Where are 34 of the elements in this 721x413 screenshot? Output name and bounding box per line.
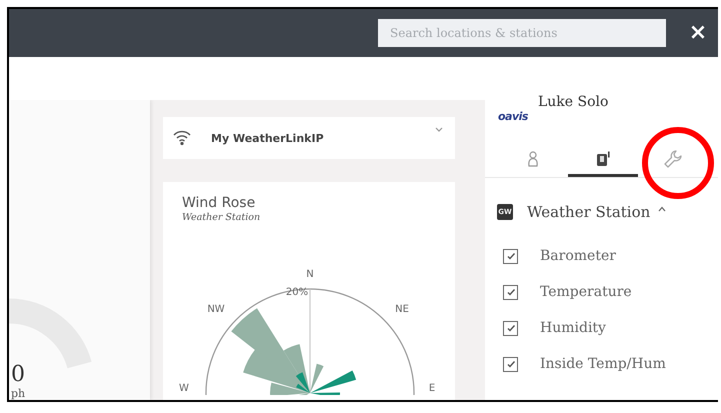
compass-label: W	[179, 383, 189, 394]
caret-icon[interactable]	[658, 206, 666, 212]
checkbox[interactable]	[503, 320, 518, 336]
checkbox[interactable]	[503, 284, 518, 300]
card-title: Wind Rose	[182, 194, 256, 212]
compass-label: NE	[395, 304, 409, 315]
section-title[interactable]: Weather Station	[527, 203, 650, 221]
check-icon	[506, 360, 516, 368]
checkbox[interactable]	[503, 248, 518, 264]
search-field[interactable]: Search locations & stations	[378, 19, 666, 47]
check-icon	[506, 252, 516, 260]
check-icon	[506, 324, 516, 332]
user-name: Luke Solo	[538, 94, 608, 110]
wrench-icon	[663, 148, 683, 168]
wifi-icon	[173, 130, 191, 146]
checkbox[interactable]	[503, 356, 518, 372]
gauge-value: 0	[11, 363, 26, 387]
person-icon	[527, 150, 539, 166]
compass-label: NW	[207, 304, 225, 315]
logo: oavis	[498, 110, 528, 123]
compass-label: N	[306, 269, 314, 280]
compass-label: E	[428, 383, 436, 394]
ring-label: 20%	[286, 287, 308, 298]
gauge-unit: ph	[11, 387, 26, 400]
station-dropdown[interactable]: My WeatherLinkIP	[163, 117, 455, 159]
check-icon	[506, 288, 516, 296]
checkbox-label: Inside Temp/Hum	[540, 356, 666, 372]
checkbox-label: Humidity	[540, 320, 606, 336]
checkbox-label: Temperature	[540, 284, 632, 300]
station-icon	[596, 150, 610, 166]
card-subtitle: Weather Station	[182, 212, 260, 223]
close-button[interactable]: ×	[684, 18, 712, 48]
checkbox-label: Barometer	[540, 248, 616, 264]
chevron-down-icon	[435, 127, 443, 132]
